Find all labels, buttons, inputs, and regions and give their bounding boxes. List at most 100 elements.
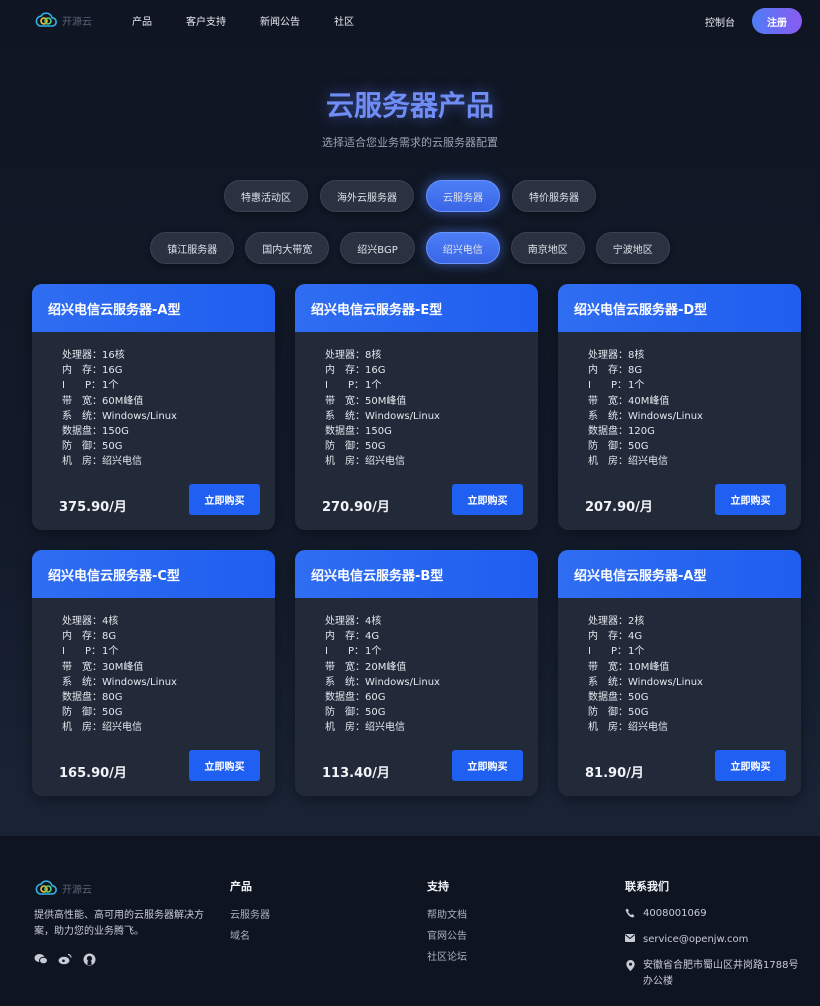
- spec-row: 内 存： 4G: [588, 629, 703, 644]
- nav-link-products[interactable]: 产品: [132, 13, 152, 28]
- spec-value: 绍兴电信: [365, 722, 405, 734]
- spec-label: 机 房：: [62, 722, 102, 734]
- spec-label: 带 宽：: [62, 395, 102, 407]
- spec-row: 处理器： 4核: [325, 614, 440, 629]
- spec-row: 带 宽： 10M峰值: [588, 660, 703, 675]
- spec-value: Windows/Linux: [102, 410, 177, 422]
- footer-link[interactable]: 社区论坛: [427, 948, 467, 963]
- spec-label: 数据盘：: [62, 426, 102, 438]
- footer-logo[interactable]: 开源云: [34, 878, 214, 898]
- spec-value: Windows/Linux: [365, 410, 440, 422]
- spec-value: 1个: [628, 380, 645, 392]
- spec-label: 处理器：: [588, 350, 628, 361]
- brand-name: 开源云: [62, 16, 92, 28]
- filter-pill[interactable]: 绍兴BGP: [340, 232, 415, 264]
- product-price: 113.40/月: [322, 766, 390, 781]
- filter-pill-active[interactable]: 云服务器: [426, 180, 500, 212]
- spec-row: 带 宽： 60M峰值: [62, 394, 177, 409]
- spec-row: 带 宽： 40M峰值: [588, 394, 703, 409]
- buy-now-button[interactable]: 立即购买: [189, 750, 260, 781]
- spec-label: 机 房：: [588, 722, 628, 734]
- nav-link-news[interactable]: 新闻公告: [260, 13, 300, 28]
- spec-row: 处理器： 8核: [588, 348, 703, 363]
- filter-pill-active[interactable]: 绍兴电信: [425, 232, 500, 264]
- footer-link[interactable]: 官网公告: [427, 927, 467, 942]
- register-button[interactable]: 注册: [752, 8, 802, 34]
- spec-row: 带 宽： 30M峰值: [62, 660, 177, 675]
- spec-label: 处理器：: [325, 350, 365, 361]
- spec-row: 处理器： 8核: [325, 348, 440, 363]
- spec-value: 1个: [102, 646, 119, 658]
- spec-value: 绍兴电信: [628, 722, 668, 734]
- spec-label: 处理器：: [588, 616, 628, 627]
- spec-row: 防 御： 50G: [325, 705, 440, 720]
- spec-value: 8G: [628, 365, 643, 377]
- spec-row: 数据盘： 50G: [588, 690, 703, 705]
- spec-value: 4核: [102, 616, 119, 627]
- product-price: 165.90/月: [59, 766, 127, 781]
- spec-row: 带 宽： 20M峰值: [325, 660, 440, 675]
- spec-value: 4核: [365, 616, 382, 627]
- spec-value: 8G: [102, 631, 117, 643]
- spec-label: 数据盘：: [325, 426, 365, 438]
- spec-row: 机 房： 绍兴电信: [588, 720, 703, 735]
- wechat-icon[interactable]: [34, 952, 48, 966]
- footer-about: 开源云 提供高性能、高可用的云服务器解决方案，助力您的业务腾飞。: [34, 878, 214, 966]
- filter-pill[interactable]: 国内大带宽: [245, 232, 330, 264]
- spec-value: 50G: [628, 707, 649, 719]
- brand-logo[interactable]: 开源云: [34, 10, 92, 30]
- spec-row: 处理器： 2核: [588, 614, 703, 629]
- phone-icon: [625, 906, 635, 922]
- spec-value: 50G: [102, 441, 123, 453]
- filter-pill[interactable]: 宁波地区: [595, 232, 670, 264]
- spec-row: 系 统： Windows/Linux: [62, 675, 177, 690]
- spec-row: 系 统： Windows/Linux: [588, 409, 703, 424]
- spec-row: 防 御： 50G: [62, 705, 177, 720]
- spec-row: I P： 1个: [588, 378, 703, 393]
- spec-value: 50G: [628, 441, 649, 453]
- filter-pill[interactable]: 南京地区: [510, 232, 585, 264]
- footer-link[interactable]: 帮助文档: [427, 906, 467, 921]
- footer-link[interactable]: 域名: [230, 927, 270, 942]
- spec-label: 带 宽：: [588, 395, 628, 407]
- filter-pill[interactable]: 海外云服务器: [320, 180, 414, 212]
- spec-label: I P：: [588, 380, 627, 392]
- filter-pill[interactable]: 镇江服务器: [150, 232, 235, 264]
- nav-link-community[interactable]: 社区: [334, 13, 354, 28]
- top-nav: 开源云 产品 客户支持 新闻公告 社区 控制台 注册: [0, 0, 820, 40]
- console-link[interactable]: 控制台: [705, 14, 735, 29]
- weibo-icon[interactable]: [58, 952, 72, 966]
- nav-link-support[interactable]: 客户支持: [186, 13, 226, 28]
- page-subtitle: 选择适合您业务需求的云服务器配置: [322, 136, 498, 149]
- spec-label: 内 存：: [62, 365, 102, 377]
- buy-now-button[interactable]: 立即购买: [715, 484, 786, 515]
- github-icon[interactable]: [82, 952, 96, 966]
- spec-label: 内 存：: [325, 631, 365, 643]
- spec-label: 防 御：: [588, 707, 628, 719]
- email-address[interactable]: service@openjw.com: [643, 932, 748, 948]
- cloud-logo-icon: [35, 12, 57, 27]
- spec-row: 数据盘： 120G: [588, 424, 703, 439]
- product-price: 207.90/月: [585, 500, 653, 515]
- buy-now-button[interactable]: 立即购买: [452, 484, 523, 515]
- spec-label: 防 御：: [325, 707, 365, 719]
- spec-label: 数据盘：: [325, 692, 365, 704]
- footer-link[interactable]: 云服务器: [230, 906, 270, 921]
- spec-value: Windows/Linux: [365, 676, 440, 688]
- buy-now-button[interactable]: 立即购买: [715, 750, 786, 781]
- spec-label: 机 房：: [325, 722, 365, 734]
- spec-value: 1个: [102, 380, 119, 392]
- filter-pill[interactable]: 特价服务器: [512, 180, 596, 212]
- spec-value: 10M峰值: [628, 661, 670, 673]
- mail-icon: [625, 932, 635, 948]
- buy-now-button[interactable]: 立即购买: [189, 484, 260, 515]
- product-card: 绍兴电信云服务器-C型 处理器： 4核 内 存： 8G I P： 1个 带 宽：…: [32, 550, 275, 796]
- spec-label: I P：: [62, 646, 101, 658]
- buy-now-button[interactable]: 立即购买: [452, 750, 523, 781]
- spec-value: 80G: [102, 692, 123, 704]
- spec-value: 4G: [628, 631, 643, 643]
- spec-row: 数据盘： 60G: [325, 690, 440, 705]
- spec-row: I P： 1个: [588, 644, 703, 659]
- phone-number[interactable]: 4008001069: [643, 906, 707, 922]
- filter-pill[interactable]: 特惠活动区: [224, 180, 308, 212]
